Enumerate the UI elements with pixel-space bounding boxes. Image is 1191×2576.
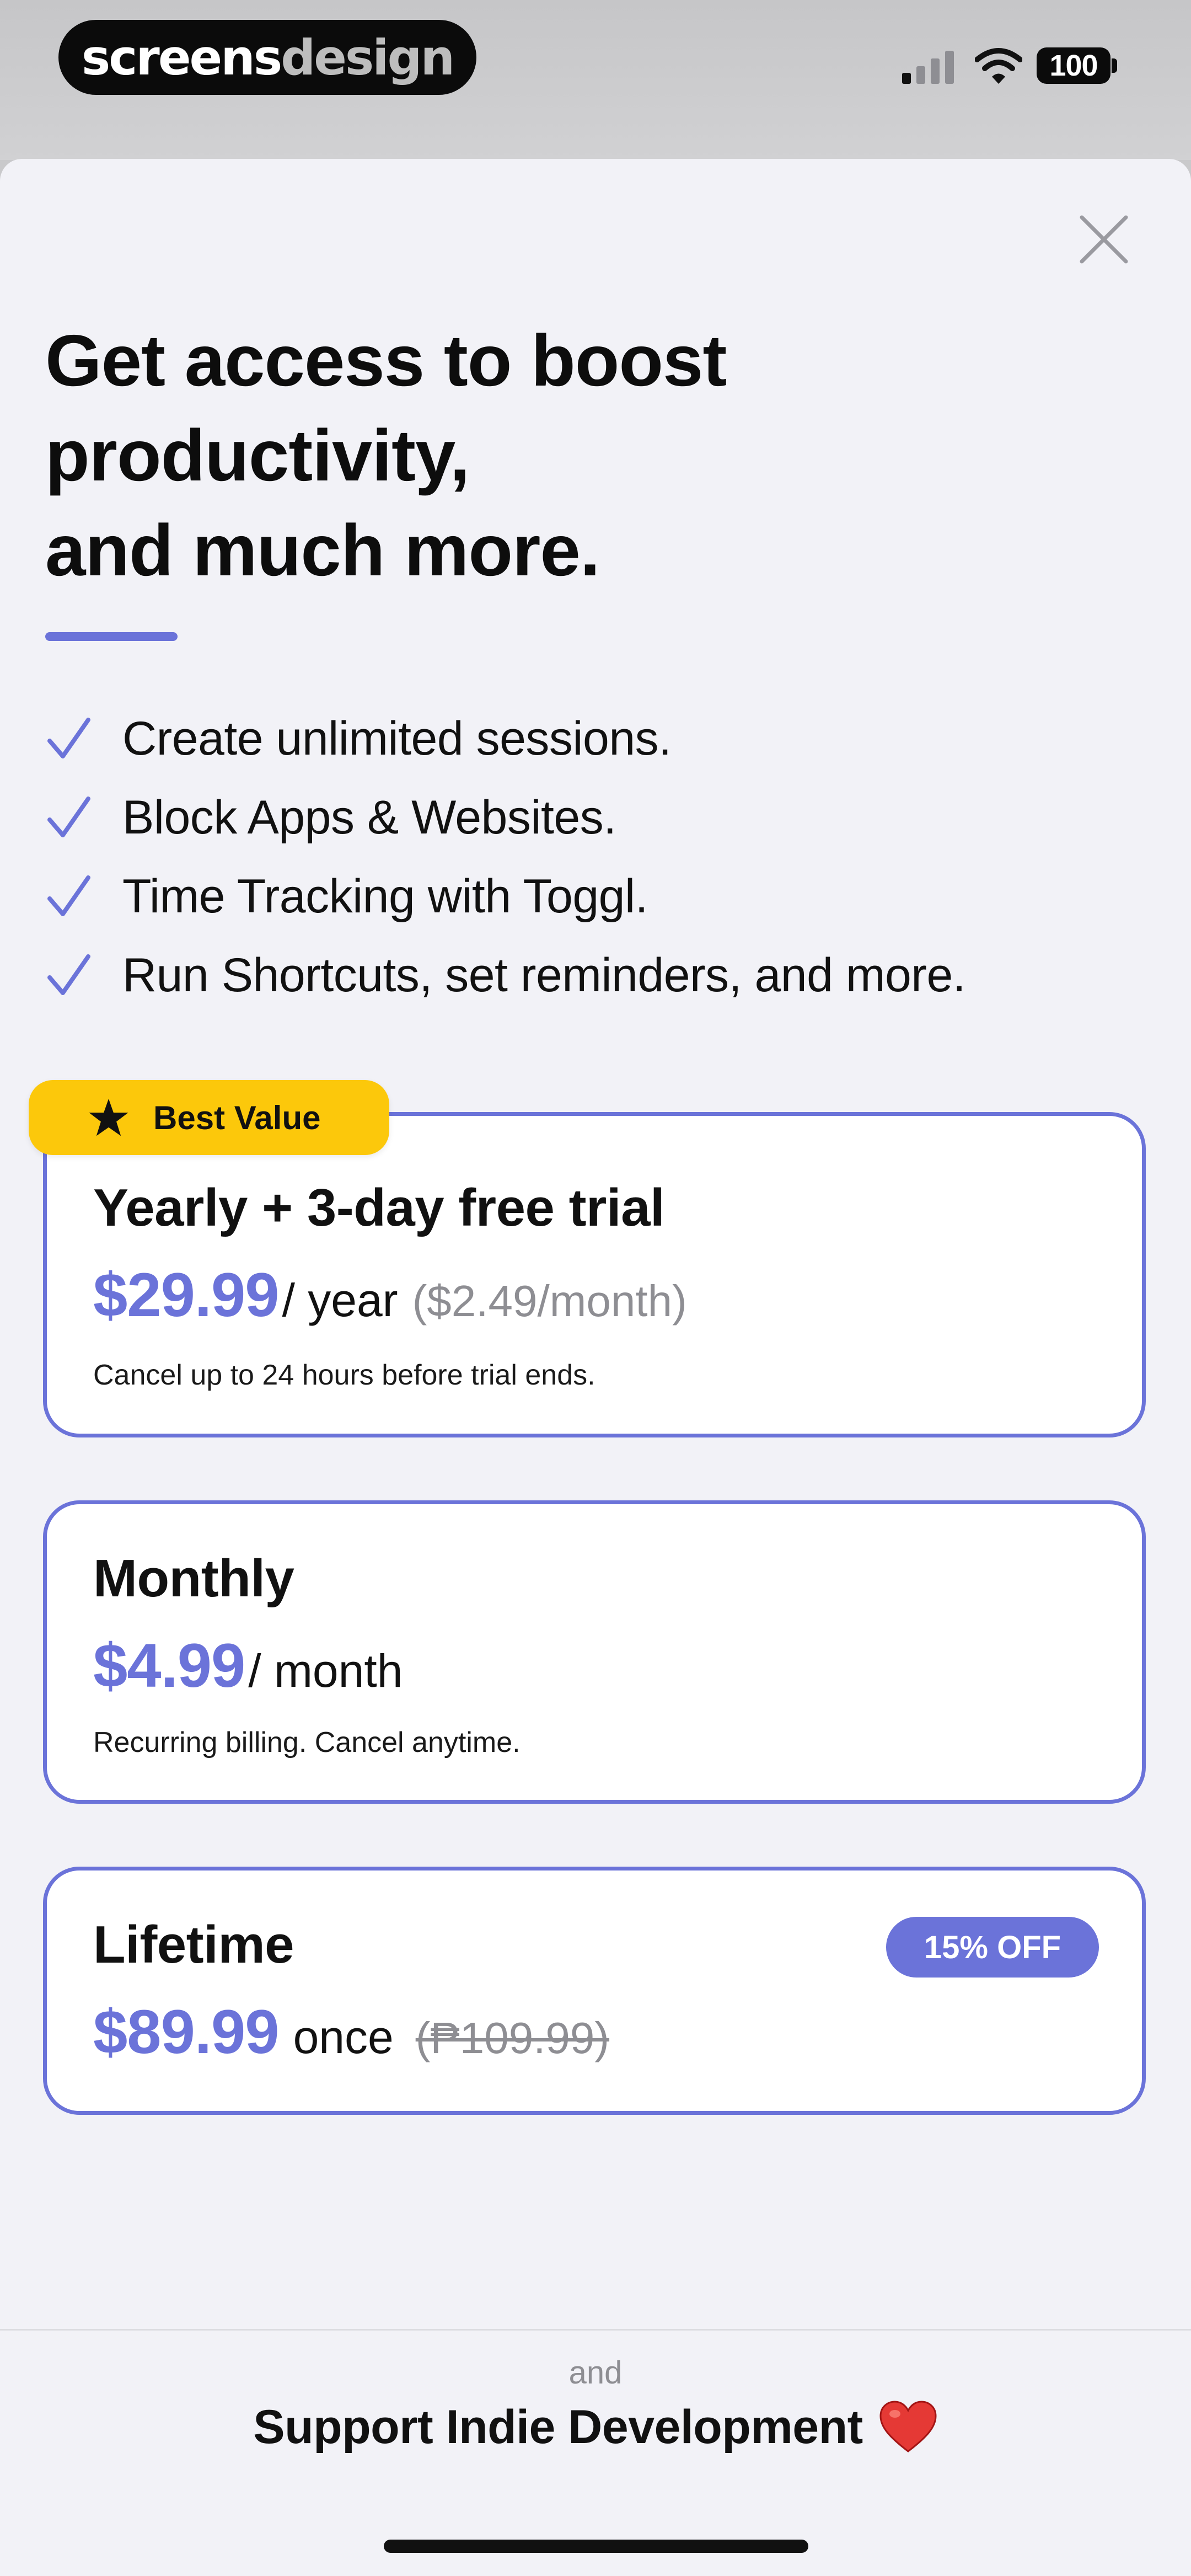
plan-name: Yearly + 3-day free trial — [93, 1178, 665, 1237]
support-indie-label: Support Indie Development — [253, 2400, 863, 2454]
footer-and-label: and — [568, 2355, 623, 2391]
headline-line: productivity, — [45, 415, 470, 496]
plan-note: Cancel up to 24 hours before trial ends. — [93, 1359, 596, 1391]
paywall-headline: Get access to boost productivity, and mu… — [45, 313, 983, 598]
logo-primary-text: screens — [81, 29, 282, 86]
checkmark-icon — [47, 717, 90, 758]
price-row: $4.99 / month — [93, 1630, 403, 1701]
price-row: $29.99 / year ($2.49/month) — [93, 1259, 687, 1330]
price-per-month: ($2.49/month) — [412, 1276, 687, 1326]
plan-card-yearly[interactable]: Yearly + 3-day free trial $29.99 / year … — [43, 1112, 1146, 1437]
feature-text: Create unlimited sessions. — [122, 712, 672, 765]
price-unit: / year — [282, 1274, 398, 1326]
logo-secondary-text: design — [281, 29, 455, 86]
price-unit: once — [293, 2011, 394, 2063]
close-icon[interactable] — [1075, 211, 1133, 268]
feature-text: Time Tracking with Toggl. — [122, 870, 648, 923]
checkmark-icon — [47, 875, 90, 916]
plan-card-lifetime[interactable]: Lifetime 15% OFF $89.99 once (₱109.99) — [43, 1867, 1146, 2115]
price-unit: / month — [248, 1645, 403, 1697]
plan-name: Lifetime — [93, 1915, 294, 1974]
feature-item: Time Tracking with Toggl. — [45, 857, 1148, 936]
headline-line: and much more. — [45, 510, 600, 591]
plan-note: Recurring billing. Cancel anytime. — [93, 1727, 521, 1759]
feature-item: Run Shortcuts, set reminders, and more. — [45, 936, 1148, 1015]
status-bar: screens design 100 — [0, 0, 1191, 160]
feature-list: Create unlimited sessions. Block Apps & … — [45, 699, 1148, 1015]
price-row: $89.99 once (₱109.99) — [93, 1996, 609, 2067]
star-icon — [89, 1098, 128, 1136]
screensdesign-logo: screens design — [58, 20, 476, 95]
headline-line: Get access to boost — [45, 320, 727, 401]
battery-level: 100 — [1049, 49, 1098, 82]
plan-price: $4.99 — [93, 1631, 245, 1700]
heart-icon — [879, 2401, 937, 2452]
feature-text: Block Apps & Websites. — [122, 791, 616, 844]
battery-tip — [1112, 58, 1117, 73]
checkmark-icon — [47, 954, 90, 995]
footer-divider — [0, 2329, 1191, 2331]
feature-item: Create unlimited sessions. — [45, 699, 1148, 778]
discount-badge: 15% OFF — [886, 1917, 1099, 1978]
plan-price: $29.99 — [93, 1260, 280, 1329]
plan-name: Monthly — [93, 1549, 294, 1608]
headline-accent-bar — [45, 632, 178, 641]
best-value-badge: Best Value — [29, 1080, 389, 1155]
checkmark-icon — [47, 796, 90, 837]
home-indicator[interactable] — [384, 2540, 808, 2553]
battery-icon: 100 — [1037, 47, 1110, 84]
cellular-signal-icon — [902, 51, 954, 84]
feature-item: Block Apps & Websites. — [45, 778, 1148, 857]
support-indie-row: Support Indie Development — [0, 2399, 1191, 2455]
original-price: (₱109.99) — [415, 2013, 610, 2062]
best-value-label: Best Value — [153, 1099, 321, 1136]
feature-text: Run Shortcuts, set reminders, and more. — [122, 949, 966, 1002]
wifi-icon — [975, 48, 1022, 84]
plan-card-monthly[interactable]: Monthly $4.99 / month Recurring billing.… — [43, 1500, 1146, 1804]
plan-price: $89.99 — [93, 1997, 280, 2066]
